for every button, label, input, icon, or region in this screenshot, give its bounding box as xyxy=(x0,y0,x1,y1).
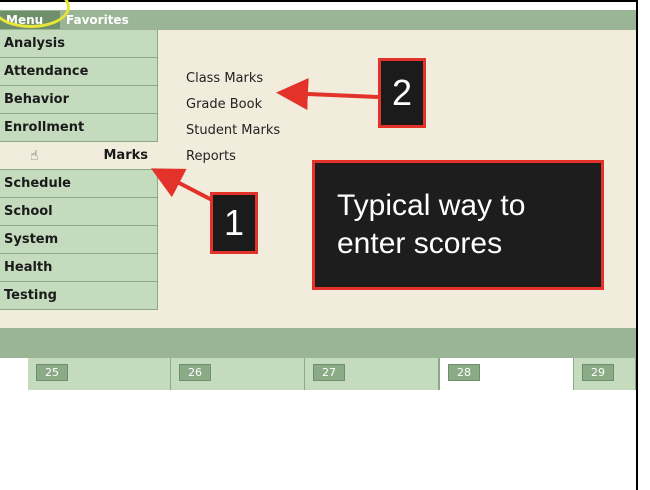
arrow-to-grade-book xyxy=(276,78,379,111)
arrow-to-marks xyxy=(150,168,213,202)
annotation-callout: Typical way to enter scores xyxy=(312,160,604,290)
callout-line-1: Typical way to xyxy=(337,189,526,222)
callout-line-2: enter scores xyxy=(337,227,503,260)
annotation-badge-1: 1 xyxy=(210,192,258,254)
annotation-badge-2: 2 xyxy=(378,58,426,128)
